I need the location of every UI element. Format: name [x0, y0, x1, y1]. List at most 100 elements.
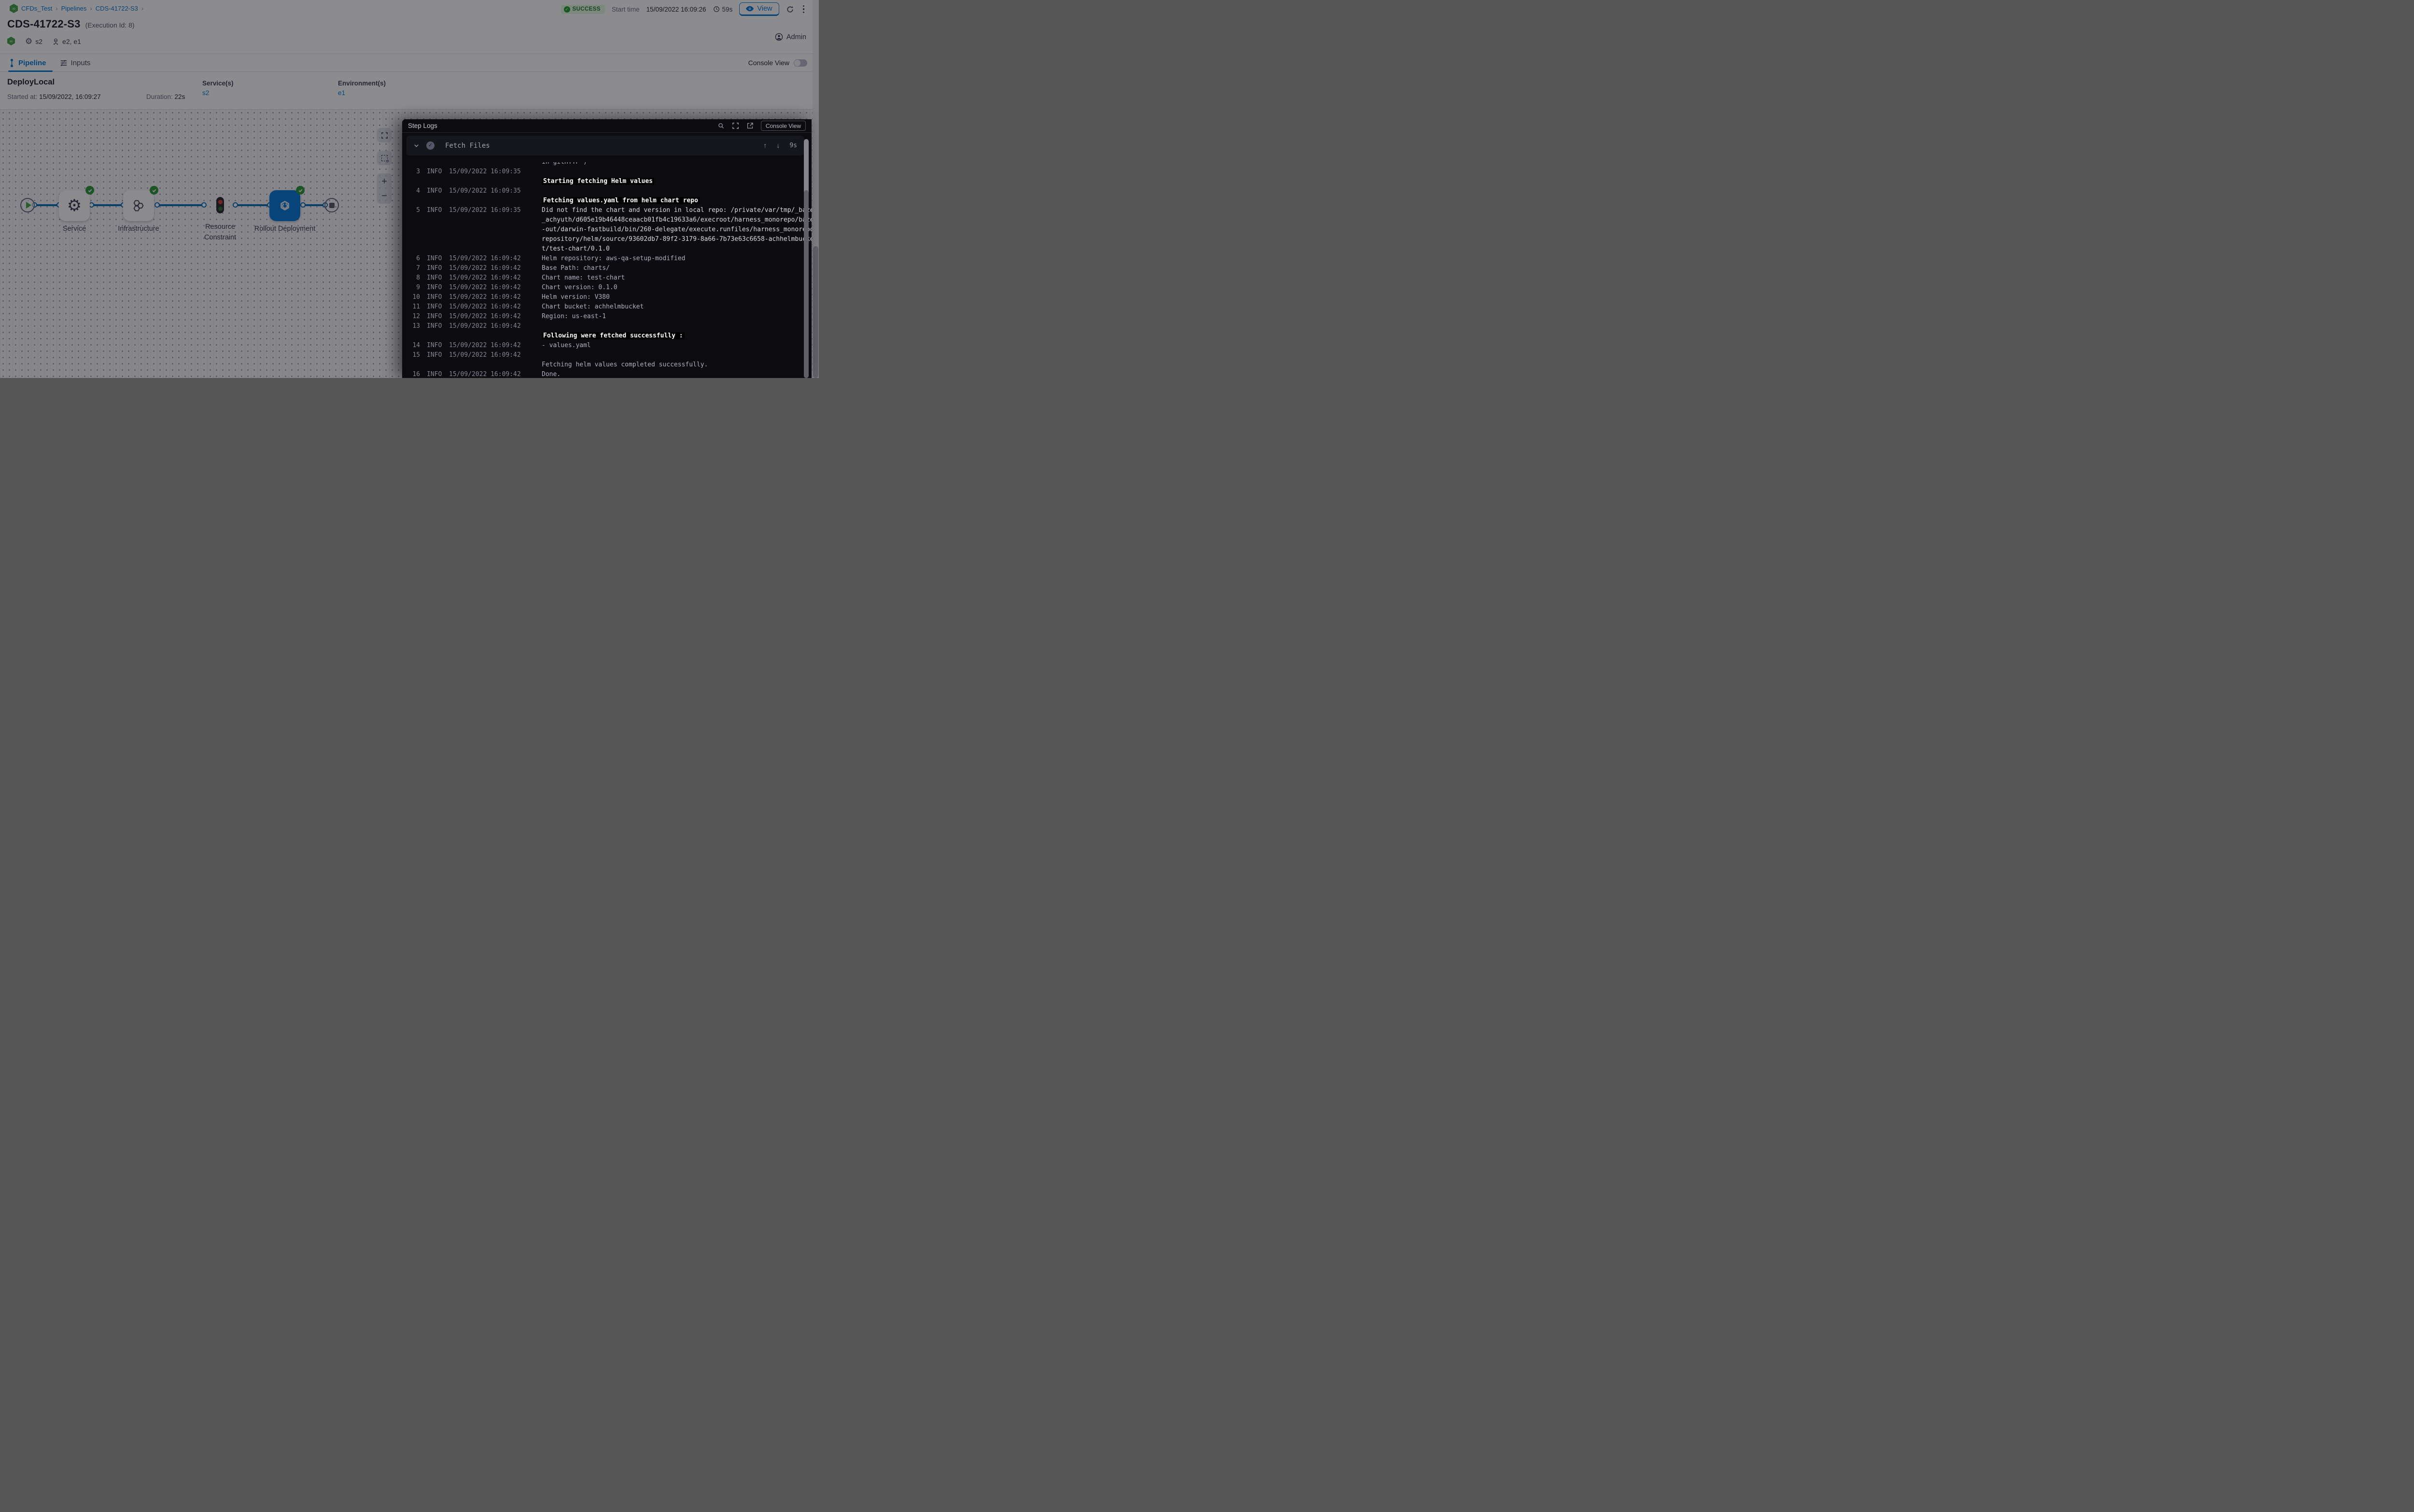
start-time-value: 15/09/2022 16:09:26	[646, 6, 706, 13]
log-message	[542, 322, 812, 331]
canvas-controls	[377, 128, 392, 204]
environment-link[interactable]: e1	[338, 89, 386, 97]
log-line-number: 12	[402, 312, 420, 322]
log-timestamp	[449, 244, 542, 254]
log-message: _achyuth/d605e19b46448ceaacb01fb4c19633a…	[542, 215, 812, 225]
node-service[interactable]	[59, 190, 90, 221]
log-line-number: 5	[402, 206, 420, 215]
service-tag[interactable]: s2	[25, 37, 42, 45]
log-message: Fetching values.yaml from helm chart rep…	[542, 196, 812, 206]
top-header: ∞ CFDs_Test › Pipelines › CDS-41722-S3 ›…	[0, 0, 819, 54]
log-message: repository/helm/source/93602db7-89f2-317…	[542, 235, 812, 244]
log-line: 7INFO15/09/2022 16:09:42Base Path: chart…	[402, 264, 812, 273]
rollout-deployment-icon	[277, 198, 293, 213]
scroll-to-bottom-icon[interactable]	[776, 141, 780, 150]
harness-cd-icon: ∞	[7, 37, 15, 46]
zoom-in-icon[interactable]	[381, 174, 387, 189]
port	[201, 202, 207, 208]
log-scrollbar-thumb[interactable]	[804, 190, 809, 378]
log-timestamp: 15/09/2022 16:09:42	[449, 370, 542, 378]
log-section-fetch-files[interactable]: Fetch Files 9s	[407, 136, 804, 155]
stop-icon	[329, 203, 335, 208]
canvas-fit-selection-button[interactable]	[377, 151, 392, 165]
log-line-number: 6	[402, 254, 420, 264]
log-timestamp: 15/09/2022 16:09:42	[449, 322, 542, 331]
log-message: t/test-chart/0.1.0	[542, 244, 812, 254]
log-timestamp: 15/09/2022 16:09:42	[449, 264, 542, 273]
log-line-number: 8	[402, 273, 420, 283]
log-line-number	[402, 196, 420, 206]
log-timestamp	[449, 215, 542, 225]
log-line-number: 16	[402, 370, 420, 378]
breadcrumb-pipeline-name[interactable]: CDS-41722-S3	[96, 5, 138, 12]
log-search-button[interactable]	[717, 122, 725, 129]
breadcrumb-chevron-icon[interactable]: ›	[141, 5, 143, 12]
log-expand-button[interactable]	[732, 122, 739, 129]
log-message: -out/darwin-fastbuild/bin/260-delegate/e…	[542, 225, 812, 235]
more-options-button[interactable]	[801, 4, 807, 14]
step-success-check-icon	[426, 141, 435, 150]
log-line: Fetching helm values completed successfu…	[402, 360, 812, 370]
log-level: INFO	[427, 264, 449, 273]
service-link[interactable]: s2	[202, 89, 234, 97]
user-menu[interactable]: Admin	[775, 33, 806, 41]
pipeline-start-node[interactable]	[20, 198, 35, 212]
breadcrumb-project[interactable]: CFDs_Test	[21, 5, 52, 12]
console-view-toggle[interactable]	[794, 59, 807, 67]
service-gear-icon	[25, 37, 32, 45]
log-timestamp: 15/09/2022 16:09:35	[449, 186, 542, 196]
view-compiled-yaml-button[interactable]: View	[739, 2, 779, 16]
tab-inputs[interactable]: Inputs	[60, 59, 91, 67]
log-level	[427, 331, 449, 341]
log-line: 8INFO15/09/2022 16:09:42Chart name: test…	[402, 273, 812, 283]
log-timestamp: 15/09/2022 16:09:35	[449, 206, 542, 215]
app-root: ∞ CFDs_Test › Pipelines › CDS-41722-S3 ›…	[0, 0, 819, 378]
log-line-number	[402, 360, 420, 370]
scroll-to-top-icon[interactable]	[763, 141, 767, 150]
log-level: INFO	[427, 350, 449, 360]
log-timestamp	[449, 177, 542, 186]
log-message: Helm version: V380	[542, 293, 812, 302]
log-message: - values.yaml	[542, 341, 812, 350]
page-scrollbar[interactable]	[813, 0, 819, 378]
zoom-out-icon[interactable]	[381, 189, 387, 203]
stage-name[interactable]: DeployLocal	[7, 78, 55, 87]
drawer-divider	[402, 132, 812, 133]
port	[154, 202, 160, 208]
page-scrollbar-thumb[interactable]	[813, 246, 818, 378]
console-view-label: Console View	[748, 59, 789, 67]
log-level: INFO	[427, 312, 449, 322]
log-open-external-button[interactable]	[746, 122, 754, 129]
log-level	[427, 215, 449, 225]
pipeline-tab-icon	[9, 59, 15, 67]
log-line: 13INFO15/09/2022 16:09:42	[402, 322, 812, 331]
node-resource-constraint[interactable]	[216, 197, 224, 213]
edge-constraint-rollout	[235, 204, 269, 206]
tab-pipeline[interactable]: Pipeline	[9, 59, 46, 67]
log-lines: in gitHTTP )3INFO15/09/2022 16:09:35Star…	[402, 162, 812, 378]
node-infrastructure[interactable]	[123, 190, 154, 221]
log-section-title: Fetch Files	[445, 142, 490, 150]
log-level: INFO	[427, 254, 449, 264]
edge-rollout-end	[303, 204, 325, 206]
eye-icon	[746, 6, 754, 12]
view-tabbar: Pipeline Inputs Console View	[0, 54, 819, 72]
canvas-fullscreen-button[interactable]	[377, 128, 392, 142]
breadcrumb-pipelines[interactable]: Pipelines	[61, 5, 87, 12]
chevron-down-icon[interactable]	[413, 142, 420, 149]
log-line: 9INFO15/09/2022 16:09:42Chart version: 0…	[402, 283, 812, 293]
refresh-button[interactable]	[786, 5, 794, 14]
infrastructure-node-icon	[131, 198, 146, 213]
log-timestamp: 15/09/2022 16:09:42	[449, 341, 542, 350]
log-line: _achyuth/d605e19b46448ceaacb01fb4c19633a…	[402, 215, 812, 225]
log-level: INFO	[427, 341, 449, 350]
log-line-number	[402, 235, 420, 244]
log-timestamp	[449, 225, 542, 235]
log-message: Did not find the chart and version in lo…	[542, 206, 812, 215]
environments-tag[interactable]: e2, e1	[52, 37, 81, 45]
console-view-button[interactable]: Console View	[761, 121, 806, 131]
log-timestamp: 15/09/2022 16:09:42	[449, 293, 542, 302]
log-message: Done.	[542, 370, 812, 378]
node-rollout-deployment[interactable]	[269, 190, 300, 221]
log-content[interactable]: in gitHTTP )3INFO15/09/2022 16:09:35Star…	[402, 155, 812, 378]
